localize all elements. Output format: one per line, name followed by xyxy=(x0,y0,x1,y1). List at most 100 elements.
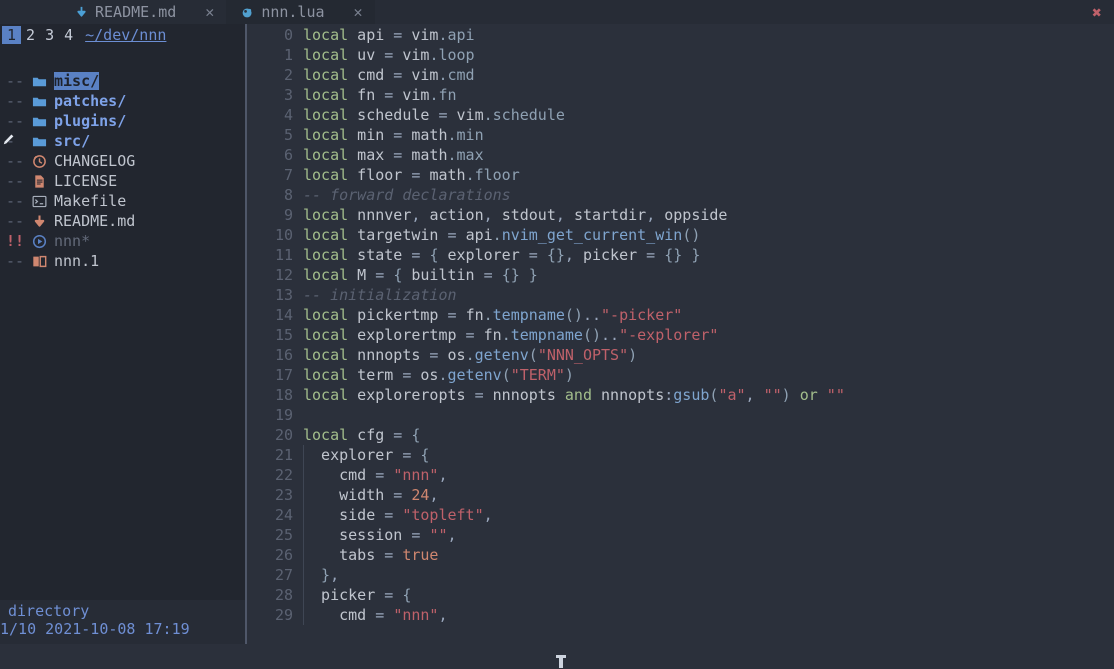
code-line[interactable]: 8 -- forward declarations xyxy=(247,185,1114,205)
file-tree-row[interactable]: !! nnn* xyxy=(0,231,245,251)
code-line-text[interactable]: local exploreropts = nnnopts and nnnopts… xyxy=(303,386,845,404)
explorer-tab-4[interactable]: 4 xyxy=(59,26,78,44)
code-line-text[interactable]: local targetwin = api.nvim_get_current_w… xyxy=(303,226,700,244)
file-tree-row[interactable]: -- plugins/ xyxy=(0,111,245,131)
code-line[interactable]: 11 local state = { explorer = {}, picker … xyxy=(247,245,1114,265)
code-line-text[interactable]: local schedule = vim.schedule xyxy=(303,106,565,124)
code-line-text[interactable]: local api = vim.api xyxy=(303,26,475,44)
file-name[interactable]: LICENSE xyxy=(54,172,117,190)
code-line[interactable]: 29 cmd = "nnn", xyxy=(247,605,1114,625)
file-name[interactable]: src/ xyxy=(54,132,90,150)
code-line-text[interactable]: local nnnver, action, stdout, startdir, … xyxy=(303,206,727,224)
code-line[interactable]: 0 local api = vim.api xyxy=(247,25,1114,45)
code-line[interactable]: 16 local nnnopts = os.getenv("NNN_OPTS") xyxy=(247,345,1114,365)
code-line[interactable]: 25 session = "", xyxy=(247,525,1114,545)
code-line-text[interactable]: cmd = "nnn", xyxy=(303,606,447,624)
code-line[interactable]: 7 local floor = math.floor xyxy=(247,165,1114,185)
file-name[interactable]: plugins/ xyxy=(54,112,126,130)
file-tree-row[interactable]: -- misc/ xyxy=(0,71,245,91)
tab-nnn-lua[interactable]: nnn.lua ✕ xyxy=(226,0,375,24)
close-icon[interactable]: ✖ xyxy=(1080,0,1114,24)
code-line[interactable]: 3 local fn = vim.fn xyxy=(247,85,1114,105)
file-name[interactable]: misc/ xyxy=(54,72,100,90)
code-line[interactable]: 2 local cmd = vim.cmd xyxy=(247,65,1114,85)
file-name[interactable]: README.md xyxy=(54,212,135,230)
code-line-text[interactable]: tabs = true xyxy=(303,546,438,564)
code-line-text[interactable]: -- forward declarations xyxy=(303,186,511,204)
code-line-text[interactable]: local cfg = { xyxy=(303,426,420,444)
code-line-text[interactable]: side = "topleft", xyxy=(303,506,493,524)
code-line-text[interactable]: width = 24, xyxy=(303,486,438,504)
sep2 xyxy=(135,620,144,638)
code-line-text[interactable]: local max = math.max xyxy=(303,146,484,164)
code-line[interactable]: 6 local max = math.max xyxy=(247,145,1114,165)
code-line[interactable]: 23 width = 24, xyxy=(247,485,1114,505)
code-line-text[interactable]: local uv = vim.loop xyxy=(303,46,475,64)
tab-close-icon[interactable]: ✕ xyxy=(205,3,214,21)
file-name[interactable]: Makefile xyxy=(54,192,126,210)
file-tree[interactable]: -- misc/ -- patches/ -- plugins/ - src/ -- CHANGE… xyxy=(0,71,245,271)
code-line[interactable]: 9 local nnnver, action, stdout, startdir,… xyxy=(247,205,1114,225)
file-tree-row[interactable]: -- nnn.1 xyxy=(0,251,245,271)
code-line-text[interactable]: local state = { explorer = {}, picker = … xyxy=(303,246,700,264)
code-line[interactable]: 26 tabs = true xyxy=(247,545,1114,565)
code-line[interactable]: 10 local targetwin = api.nvim_get_current… xyxy=(247,225,1114,245)
code-token: "nnn" xyxy=(393,606,439,624)
code-line-text[interactable]: local explorertmp = fn.tempname().."-exp… xyxy=(303,326,718,344)
folder-icon xyxy=(32,94,54,109)
line-number: 24 xyxy=(274,506,293,524)
code-line[interactable]: 4 local schedule = vim.schedule xyxy=(247,105,1114,125)
explorer-tab-3[interactable]: 3 xyxy=(40,26,59,44)
explorer-tab-1[interactable]: 1 xyxy=(2,26,22,44)
code-line-text[interactable]: local min = math.min xyxy=(303,126,484,144)
code-token: oppside xyxy=(664,206,728,224)
code-line-text[interactable]: explorer = { xyxy=(303,446,429,464)
code-line-text[interactable]: picker = { xyxy=(303,586,411,604)
code-line[interactable]: 5 local min = math.min xyxy=(247,125,1114,145)
file-name[interactable]: CHANGELOG xyxy=(54,152,135,170)
code-line[interactable]: 14 local pickertmp = fn.tempname().."-pic… xyxy=(247,305,1114,325)
code-line-text[interactable]: session = "", xyxy=(303,526,456,544)
file-tree-row[interactable]: -- Makefile xyxy=(0,191,245,211)
code-line-text[interactable]: local cmd = vim.cmd xyxy=(303,66,475,84)
tab-readme-md[interactable]: README.md ✕ xyxy=(60,0,227,24)
code-line-text[interactable]: cmd = "nnn", xyxy=(303,466,447,484)
file-explorer-pane[interactable]: 1 2 3 4 ~/dev/nnn -- misc/ -- patches/ -- plu… xyxy=(0,24,245,644)
explorer-tab-2[interactable]: 2 xyxy=(21,26,40,44)
file-tree-row[interactable]: -- patches/ xyxy=(0,91,245,111)
code-line[interactable]: 17 local term = os.getenv("TERM") xyxy=(247,365,1114,385)
file-name[interactable]: nnn.1 xyxy=(54,252,99,270)
code-line[interactable]: 15 local explorertmp = fn.tempname().."-e… xyxy=(247,325,1114,345)
code-line[interactable]: 20 local cfg = { xyxy=(247,425,1114,445)
file-name[interactable]: nnn* xyxy=(54,232,90,250)
code-line[interactable]: 19 xyxy=(247,405,1114,425)
file-tree-row[interactable]: -- README.md xyxy=(0,211,245,231)
current-directory-path[interactable]: ~/dev/nnn xyxy=(85,26,166,44)
code-buffer[interactable]: 0 local api = vim.api 1 local uv = vim.loop… xyxy=(247,24,1114,625)
code-line-text[interactable]: local floor = math.floor xyxy=(303,166,520,184)
code-line-text[interactable]: local pickertmp = fn.tempname().."-picke… xyxy=(303,306,682,324)
code-line-text[interactable]: }, xyxy=(303,566,339,584)
code-line[interactable]: 24 side = "topleft", xyxy=(247,505,1114,525)
code-line-text[interactable]: -- initialization xyxy=(303,286,457,304)
file-tree-row[interactable]: -- LICENSE xyxy=(0,171,245,191)
code-line[interactable]: 27 }, xyxy=(247,565,1114,585)
code-line-text[interactable]: local term = os.getenv("TERM") xyxy=(303,366,574,384)
code-line-text[interactable]: local fn = vim.fn xyxy=(303,86,457,104)
code-token: vim xyxy=(411,26,439,44)
code-line[interactable]: 13 -- initialization xyxy=(247,285,1114,305)
code-line[interactable]: 18 local exploreropts = nnnopts and nnnop… xyxy=(247,385,1114,405)
code-line-text[interactable]: local nnnopts = os.getenv("NNN_OPTS") xyxy=(303,346,637,364)
code-line[interactable]: 12 local M = { builtin = {} } xyxy=(247,265,1114,285)
code-token: .min xyxy=(447,126,484,144)
code-line-text[interactable]: local M = { builtin = {} } xyxy=(303,266,538,284)
code-line[interactable]: 22 cmd = "nnn", xyxy=(247,465,1114,485)
file-tree-row[interactable]: -- CHANGELOG xyxy=(0,151,245,171)
code-line[interactable]: 28 picker = { xyxy=(247,585,1114,605)
file-name[interactable]: patches/ xyxy=(54,92,126,110)
code-line[interactable]: 1 local uv = vim.loop xyxy=(247,45,1114,65)
tab-close-icon[interactable]: ✕ xyxy=(354,3,363,21)
code-line[interactable]: 21 explorer = { xyxy=(247,445,1114,465)
file-tree-row[interactable]: - src/ xyxy=(0,131,245,151)
code-editor-pane[interactable]: 0 local api = vim.api 1 local uv = vim.loop… xyxy=(247,24,1114,644)
